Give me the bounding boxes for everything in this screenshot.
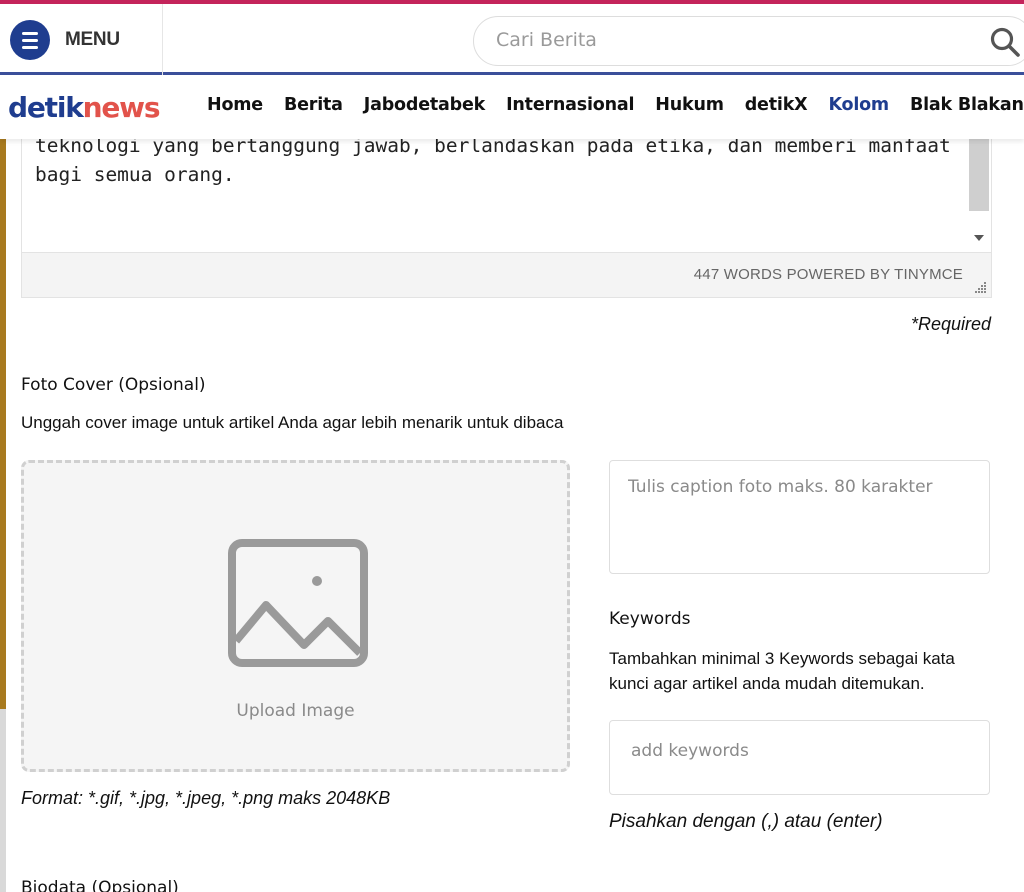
editor-content[interactable]: teknologi yang bertanggung jawab, berlan… [35,131,955,189]
nav-items: Home Berita Jabodetabek Internasional Hu… [207,95,1024,115]
article-editor[interactable]: teknologi yang bertanggung jawab, berlan… [21,134,992,298]
topbar-divider [162,4,163,76]
upload-image-label[interactable]: Upload Image [24,701,567,721]
hamburger-icon[interactable] [10,20,50,60]
nav-item-jabodetabek[interactable]: Jabodetabek [364,95,485,115]
format-note: Format: *.gif, *.jpg, *.jpeg, *.png maks… [21,788,391,808]
nav-item-detikx[interactable]: detikX [745,95,808,115]
search-box[interactable] [473,16,1024,66]
caption-input[interactable] [628,477,973,497]
logo-part-detik: detik [8,91,84,124]
keywords-title: Keywords [609,609,691,629]
nav-item-internasional[interactable]: Internasional [506,95,634,115]
search-input[interactable] [496,29,956,51]
keywords-separator-note: Pisahkan dengan (,) atau (enter) [609,811,883,832]
logo-part-news: news [82,91,161,124]
top-bar: MENU [0,0,1024,76]
nav-item-berita[interactable]: Berita [284,95,343,115]
word-count: 447 WORDS POWERED BY TINYMCE [693,266,963,283]
keywords-description-line: kunci agar artikel anda mudah ditemukan. [609,674,925,693]
keywords-description: Tambahkan minimal 3 Keywords sebagai kat… [609,646,955,696]
menu-label[interactable]: MENU [65,29,120,51]
biodata-title: Biodata (Opsional) [21,878,179,892]
upload-image-dropzone[interactable]: Upload Image [21,460,570,772]
image-icon [228,539,368,667]
left-side-banner-lower [0,709,6,892]
editor-line: bagi semua orang. [35,163,235,186]
menu-button[interactable]: MENU [10,20,120,60]
keywords-input[interactable] [631,741,971,761]
nav-item-hukum[interactable]: Hukum [655,95,724,115]
cover-description: Unggah cover image untuk artikel Anda ag… [21,413,564,432]
editor-status-bar: 447 WORDS POWERED BY TINYMCE [22,252,991,297]
resize-handle-icon[interactable] [975,281,987,293]
scroll-down-icon[interactable] [974,235,984,241]
cover-title: Foto Cover (Opsional) [21,375,206,395]
required-note: *Required [910,314,991,334]
caption-field[interactable] [609,460,990,574]
left-side-banner [0,139,6,709]
nav-item-kolom[interactable]: Kolom [828,95,889,115]
keywords-field[interactable] [609,720,990,795]
editor-scrollbar[interactable] [967,139,991,251]
nav-bar: detiknews Home Berita Jabodetabek Intern… [0,75,1024,139]
detiknews-logo[interactable]: detiknews [8,91,161,124]
keywords-description-line: Tambahkan minimal 3 Keywords sebagai kat… [609,649,955,668]
nav-item-blak-blakan[interactable]: Blak Blakan [910,95,1024,115]
nav-item-home[interactable]: Home [207,95,263,115]
search-icon[interactable] [989,26,1021,58]
scrollbar-thumb[interactable] [969,139,989,211]
